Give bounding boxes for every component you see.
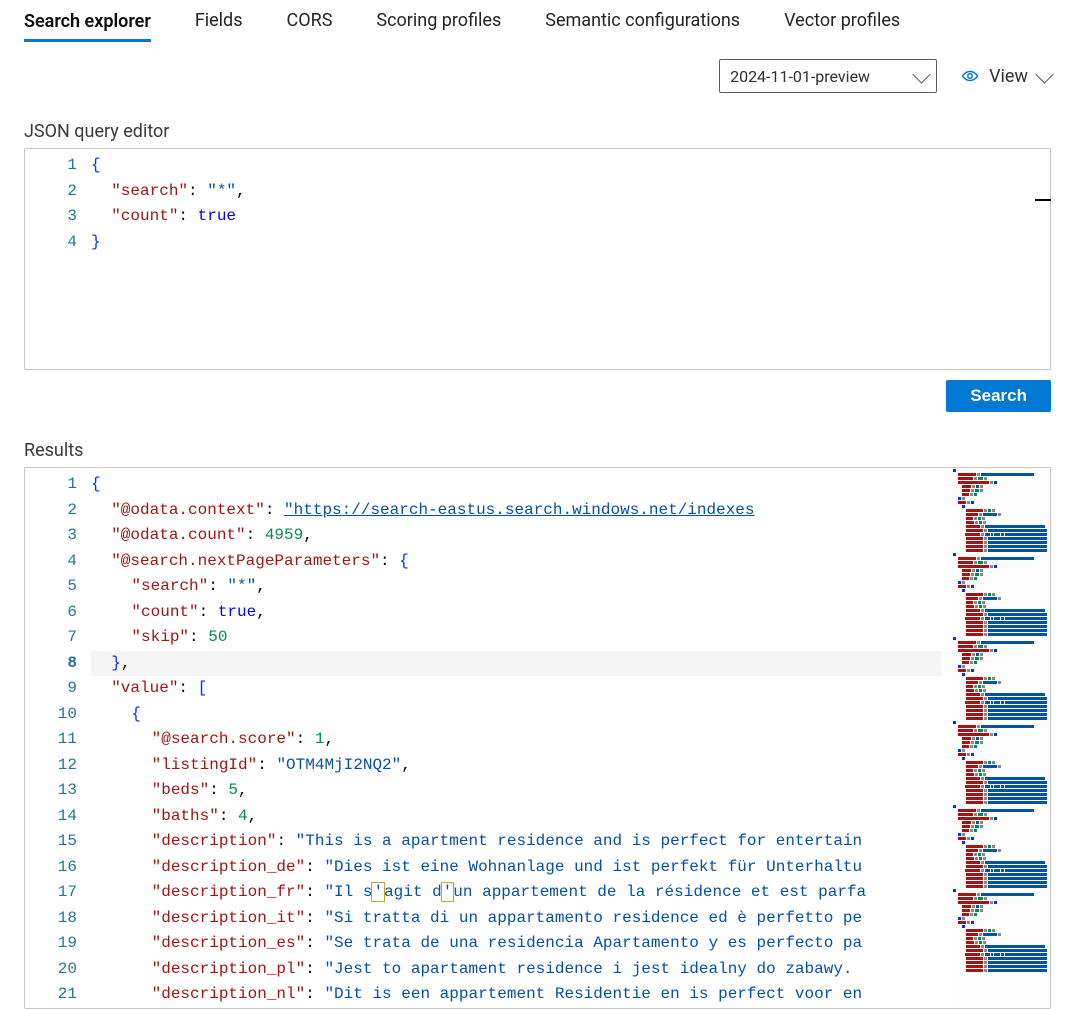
query-gutter: 1234: [25, 149, 91, 369]
tab-fields[interactable]: Fields: [195, 0, 243, 41]
minimap[interactable]: [950, 468, 1050, 1008]
tab-cors[interactable]: CORS: [287, 0, 333, 41]
query-code[interactable]: { "search": "*", "count": true}: [91, 149, 1050, 369]
results-gutter: 123456789101112131415161718192021: [25, 468, 91, 1008]
chevron-down-icon: [912, 65, 930, 83]
view-label: View: [989, 66, 1028, 87]
view-toggle[interactable]: View: [961, 66, 1051, 87]
results-editor[interactable]: 123456789101112131415161718192021 { "@od…: [24, 467, 1051, 1009]
api-version-dropdown[interactable]: 2024-11-01-preview: [719, 59, 937, 93]
query-editor-label: JSON query editor: [0, 93, 1075, 148]
toolbar: 2024-11-01-preview View: [0, 41, 1075, 93]
tabs-bar: Search explorer Fields CORS Scoring profile…: [0, 0, 1075, 41]
results-code[interactable]: { "@odata.context": "https://search-east…: [91, 468, 1050, 1008]
tab-scoring-profiles[interactable]: Scoring profiles: [376, 0, 501, 41]
tab-vector-profiles[interactable]: Vector profiles: [784, 0, 900, 41]
api-version-value: 2024-11-01-preview: [730, 67, 870, 86]
editor-scroll-indicator: [1035, 199, 1051, 201]
tab-semantic-configurations[interactable]: Semantic configurations: [545, 0, 740, 41]
tab-search-explorer[interactable]: Search explorer: [24, 1, 151, 42]
results-label: Results: [0, 412, 1075, 467]
chevron-down-icon: [1035, 65, 1053, 83]
eye-icon: [961, 67, 979, 85]
json-query-editor[interactable]: 1234 { "search": "*", "count": true}: [24, 148, 1051, 370]
search-button[interactable]: Search: [946, 380, 1051, 412]
